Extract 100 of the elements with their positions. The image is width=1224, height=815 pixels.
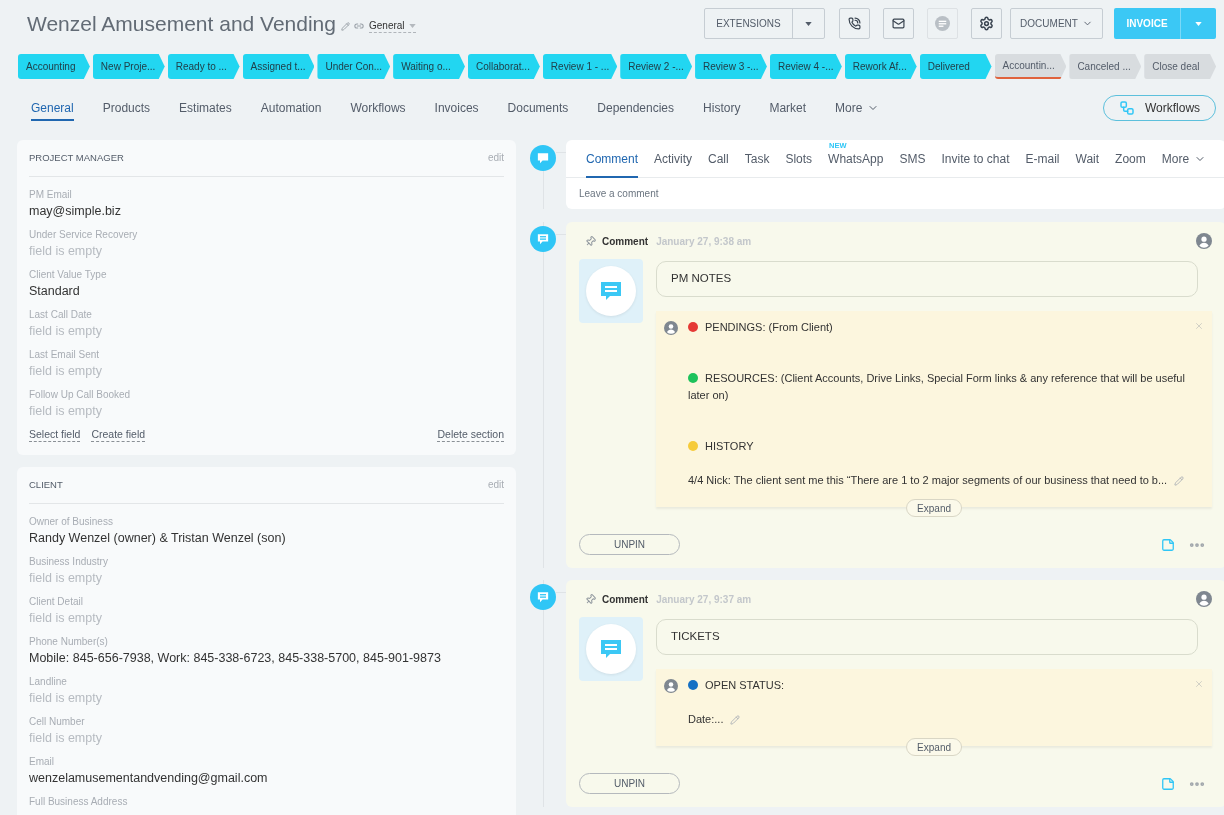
- nav-tab[interactable]: History: [703, 95, 741, 121]
- settings-icon: [979, 16, 994, 31]
- link-icon[interactable]: [354, 21, 364, 31]
- activity-tab[interactable]: Activity: [654, 139, 693, 178]
- field-label: Client Detail: [29, 595, 84, 609]
- field-value: may@simple.biz: [29, 203, 122, 220]
- field-value: wenzelamusementandvending@gmail.com: [29, 770, 269, 787]
- pipeline-stage[interactable]: Canceled ...: [1069, 54, 1142, 79]
- expand-button[interactable]: Expand: [906, 738, 962, 756]
- chat-bubble-icon: [579, 617, 643, 681]
- workflow-icon: [1118, 100, 1135, 116]
- pipeline-stage[interactable]: Close deal: [1144, 54, 1217, 79]
- pipeline-stage[interactable]: Rework Af...: [844, 54, 917, 79]
- pipeline-stage[interactable]: Collaborat...: [468, 54, 540, 79]
- section-title: PROJECT MANAGER: [29, 151, 124, 164]
- field-label: Client Value Type: [29, 268, 108, 282]
- mail-button[interactable]: [883, 8, 914, 39]
- close-icon[interactable]: [1194, 321, 1205, 331]
- pencil-icon[interactable]: [341, 21, 350, 31]
- document-button[interactable]: DOCUMENT: [1010, 8, 1103, 39]
- page-title: Wenzel Amusement and Vending: [27, 11, 336, 37]
- pipeline-stage[interactable]: Review 3 -...: [695, 54, 767, 79]
- field-label: Business Industry: [29, 555, 109, 569]
- note-text: Date:...: [688, 713, 724, 725]
- speech-bubble-icon: [530, 226, 556, 252]
- comment-type: Comment: [602, 234, 649, 249]
- pipeline-stage[interactable]: Accountin...: [994, 54, 1067, 79]
- nav-tab[interactable]: Automation: [260, 95, 322, 121]
- field-label: PM Email: [29, 188, 73, 202]
- pipeline-stage[interactable]: Ready to ...: [167, 54, 240, 79]
- nav-tab[interactable]: Products: [102, 95, 151, 121]
- mail-icon: [892, 17, 905, 30]
- pencil-icon[interactable]: [1174, 476, 1185, 487]
- activity-tab[interactable]: Zoom: [1115, 139, 1146, 178]
- field-value: field is empty: [29, 730, 103, 747]
- pipeline-stage[interactable]: Accounting: [18, 54, 90, 79]
- category-dropdown[interactable]: General: [369, 19, 416, 33]
- comment-input[interactable]: Leave a comment: [566, 178, 1224, 209]
- caret-icon: [1195, 21, 1202, 26]
- field-label: Cell Number: [29, 715, 86, 729]
- sticky-note-icon[interactable]: [1161, 537, 1176, 552]
- activity-tab[interactable]: Slots: [785, 139, 813, 178]
- field-label: Last Email Sent: [29, 348, 101, 362]
- activity-tab[interactable]: Invite to chat: [941, 139, 1010, 178]
- expand-button[interactable]: Expand: [906, 499, 962, 517]
- pipeline-stage[interactable]: Review 1 - ...: [542, 54, 618, 79]
- speech-bubble-icon: [530, 584, 556, 610]
- field-value: Standard: [29, 283, 81, 300]
- settings-button[interactable]: [971, 8, 1002, 39]
- note-heading: OPEN STATUS:: [705, 679, 785, 691]
- pipeline-stage[interactable]: Review 2 -...: [620, 54, 693, 79]
- pipeline-stage[interactable]: New Proje...: [92, 54, 165, 79]
- phone-icon: [848, 17, 861, 30]
- sticky-note-icon[interactable]: [1161, 776, 1176, 791]
- activity-tab[interactable]: Wait: [1075, 139, 1100, 178]
- field-label: Follow Up Call Booked: [29, 388, 132, 402]
- field-label: Under Service Recovery: [29, 228, 139, 242]
- pipeline-stage[interactable]: Assigned t...: [242, 54, 315, 79]
- field-label: Landline: [29, 675, 68, 689]
- field-value: field is empty: [29, 690, 103, 707]
- nav-tab[interactable]: Documents: [507, 95, 569, 121]
- nav-tab[interactable]: Workflows: [350, 95, 406, 121]
- caret-icon: [805, 21, 812, 26]
- activity-tab[interactable]: SMS: [899, 139, 926, 178]
- field-label: Owner of Business: [29, 515, 114, 529]
- nav-tab[interactable]: Invoices: [434, 95, 479, 121]
- section-title: CLIENT: [29, 478, 63, 491]
- comment-title: PM NOTES: [656, 261, 1199, 297]
- more-menu[interactable]: More: [1161, 139, 1207, 178]
- pipeline-stage[interactable]: Under Con...: [317, 54, 391, 79]
- field-value: Mobile: 845-656-7938, Work: 845-338-6723, 845-338-5700, 845-901-9873: [29, 650, 442, 667]
- extensions-button[interactable]: EXTENSIONS: [705, 9, 793, 38]
- activity-tab[interactable]: Call: [708, 139, 729, 178]
- note-text: 4/4 Nick: The client sent me this “There are 1 to 2 major segments of our business that need to b...: [688, 474, 1168, 486]
- close-icon[interactable]: [1194, 679, 1205, 689]
- comment-title: TICKETS: [656, 619, 1199, 655]
- activity-tab[interactable]: Task: [744, 139, 770, 178]
- nav-tab[interactable]: Market: [769, 95, 807, 121]
- pencil-icon[interactable]: [730, 715, 741, 726]
- footer-link[interactable]: Create field: [91, 428, 146, 442]
- phone-button[interactable]: [839, 8, 870, 39]
- nav-tab[interactable]: General: [31, 95, 74, 121]
- delete-section-link[interactable]: Delete section: [437, 428, 504, 442]
- field-value: Randy Wenzel (owner) & Tristan Wenzel (son): [29, 530, 287, 547]
- nav-tab[interactable]: Estimates: [179, 95, 232, 121]
- field-value: field is empty: [29, 243, 103, 260]
- note-heading: RESOURCES: (Client Accounts, Drive Links, Special Form links & any reference that will be useful later on): [688, 372, 1185, 401]
- user-avatar-icon: [664, 678, 678, 693]
- pipeline-stage[interactable]: Waiting o...: [393, 54, 465, 79]
- footer-link[interactable]: Select field: [29, 428, 81, 442]
- activity-tab[interactable]: E-mail: [1025, 139, 1060, 178]
- pipeline-stage[interactable]: Review 4 -...: [769, 54, 842, 79]
- field-value: field is empty: [29, 363, 103, 380]
- field-label: Email: [29, 755, 55, 769]
- user-avatar-icon: [1196, 233, 1213, 249]
- pipeline-stage[interactable]: Delivered: [919, 54, 992, 79]
- more-menu[interactable]: More: [835, 95, 880, 121]
- nav-tab[interactable]: Dependencies: [597, 95, 675, 121]
- user-avatar-icon: [664, 320, 678, 335]
- note-heading: HISTORY: [705, 440, 754, 452]
